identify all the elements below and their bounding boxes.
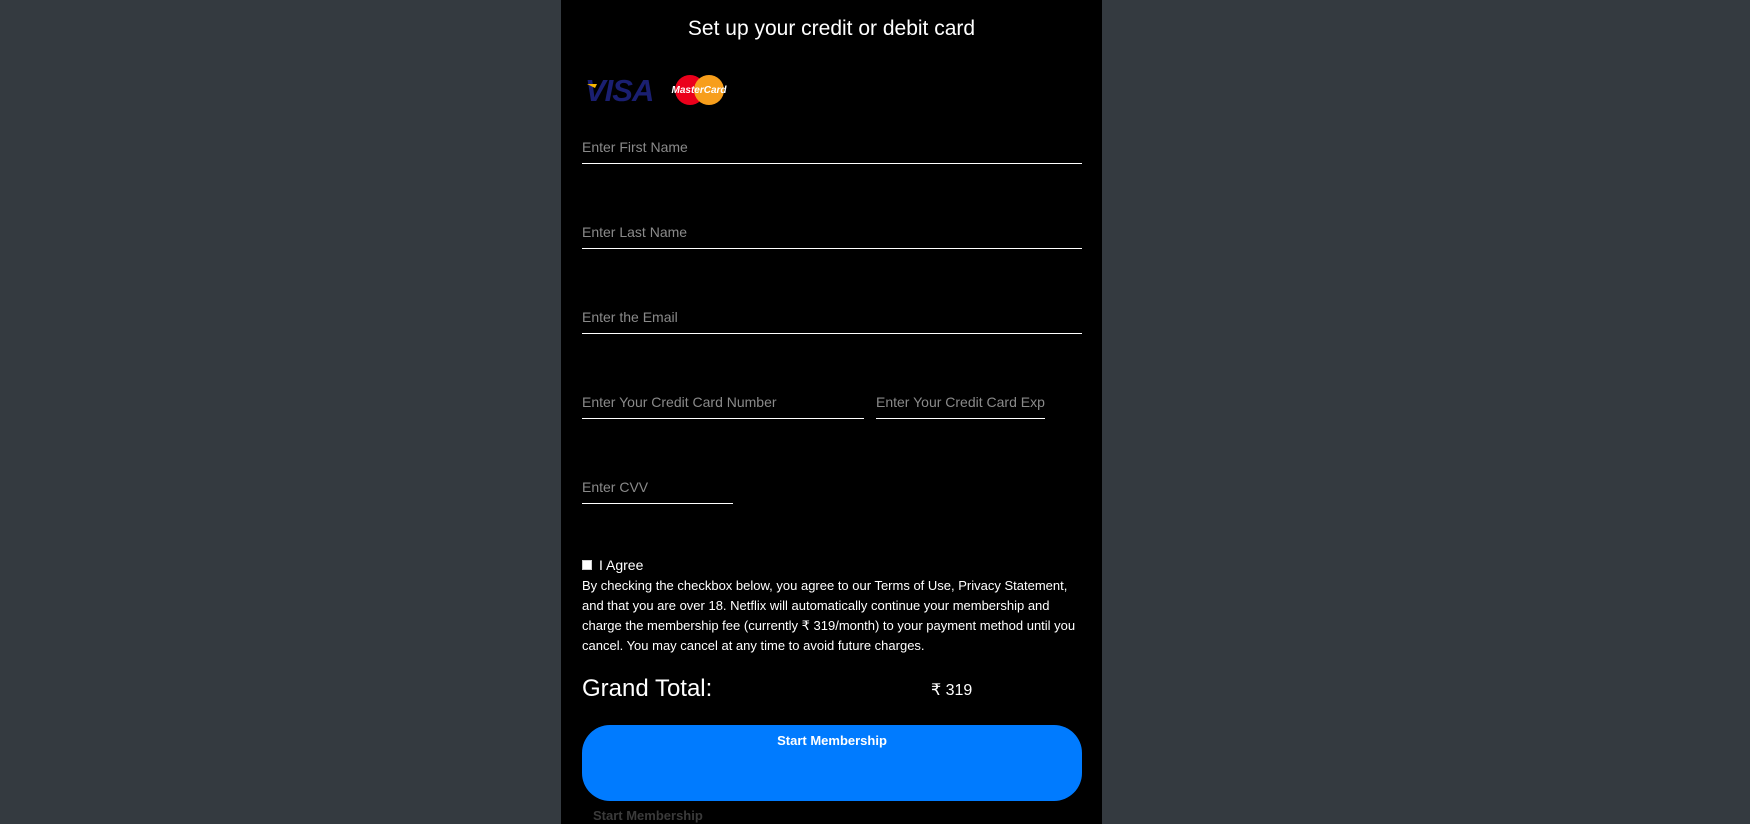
terms-text: By checking the checkbox below, you agre… xyxy=(582,578,1076,653)
start-membership-ghost-text: Start Membership xyxy=(593,808,703,823)
payment-panel: Set up your credit or debit card VISA Ma… xyxy=(561,0,1102,824)
start-membership-button[interactable]: Start Membership xyxy=(582,725,1082,801)
agree-label: I Agree xyxy=(599,557,644,573)
cvv-input[interactable] xyxy=(582,476,733,504)
mastercard-logo-text: MasterCard xyxy=(671,85,727,96)
grand-total-value: ₹ 319 xyxy=(931,682,973,699)
visa-logo-text: VISA xyxy=(585,73,653,108)
agree-checkbox[interactable] xyxy=(582,560,592,570)
page-title: Set up your credit or debit card xyxy=(687,17,976,40)
grand-total-label: Grand Total: xyxy=(582,675,713,702)
agree-row: I Agree xyxy=(582,557,643,573)
card-expiry-input[interactable] xyxy=(876,391,1045,419)
card-brand-logos: VISA MasterCard xyxy=(585,73,727,108)
card-number-input[interactable] xyxy=(582,391,864,419)
email-input[interactable] xyxy=(582,306,1082,334)
last-name-input[interactable] xyxy=(582,221,1082,249)
card-logos: VISA MasterCard xyxy=(583,72,740,108)
first-name-input[interactable] xyxy=(582,136,1082,164)
